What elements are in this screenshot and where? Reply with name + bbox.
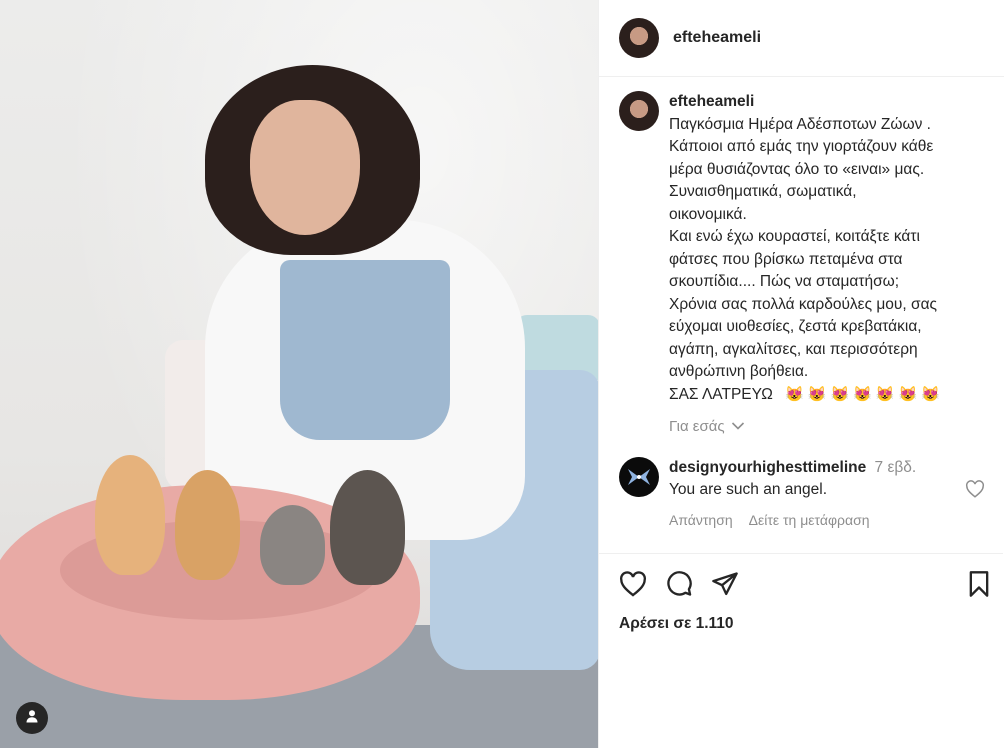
heart-cat-emoji-icon: 😻 — [853, 385, 872, 403]
comment-body: designyourhighesttimeline 7 εβδ. You are… — [669, 457, 916, 531]
author-avatar[interactable] — [619, 18, 659, 58]
post-footer: Αρέσει σε 1.110 — [599, 553, 1003, 749]
caption: efteheameli Παγκόσμια Ημέρα Αδέσποτων Ζώ… — [599, 77, 1003, 406]
caption-line: εύχομαι υιοθεσίες, ζεστά κρεβατάκια, — [669, 318, 922, 335]
action-bar — [599, 554, 1003, 603]
caption-line-final: ΣΑΣ ΛΑΤΡΕΥΩ 😻 😻 😻 😻 😻 😻 😻 — [669, 384, 987, 407]
heart-cat-emoji-icon: 😻 — [875, 385, 895, 403]
heart-cat-emoji-icon: 😻 — [807, 385, 827, 403]
reply-button[interactable]: Απάντηση — [669, 509, 733, 531]
caption-line: Κάποιοι από εμάς την γιορτάζουν κάθε — [669, 138, 934, 155]
comments-section[interactable]: efteheameli Παγκόσμια Ημέρα Αδέσποτων Ζώ… — [599, 77, 1003, 553]
comment-username[interactable]: designyourhighesttimeline — [669, 459, 866, 476]
tagged-users-button[interactable] — [16, 702, 48, 734]
chevron-down-icon — [731, 418, 745, 435]
photo-kitten — [260, 505, 325, 585]
commenter-avatar[interactable] — [619, 457, 659, 497]
post-container: efteheameli efteheameli Παγκόσμια Ημέρα … — [0, 0, 1004, 748]
caption-line: Και ενώ έχω κουραστεί, κοιτάξτε κάτι — [669, 228, 920, 245]
heart-icon[interactable] — [619, 571, 647, 602]
post-sidebar: efteheameli efteheameli Παγκόσμια Ημέρα … — [598, 0, 1004, 748]
see-translation-toggle[interactable]: Για εσάς — [669, 418, 1003, 435]
heart-cat-emoji-icon: 😻 — [830, 385, 850, 403]
caption-username[interactable]: efteheameli — [669, 91, 987, 114]
comment-actions: Απάντηση Δείτε τη μετάφραση — [669, 509, 916, 531]
winged-logo-icon — [628, 469, 650, 485]
comment-item: designyourhighesttimeline 7 εβδ. You are… — [599, 435, 1003, 531]
photo-kitten — [95, 455, 165, 575]
caption-avatar[interactable] — [619, 91, 659, 131]
post-photo[interactable] — [0, 0, 598, 748]
person-icon — [25, 709, 39, 728]
send-icon[interactable] — [711, 571, 739, 602]
heart-cat-emoji-icon: 😻 — [898, 385, 918, 403]
caption-line: Χρόνια σας πολλά καρδούλες μου, σας — [669, 295, 938, 313]
author-username[interactable]: efteheameli — [673, 29, 761, 47]
bookmark-icon[interactable] — [967, 570, 991, 603]
photo-woman-face — [250, 100, 360, 235]
caption-line: μέρα θυσιάζοντας όλο το «ειναι» μας. — [669, 160, 925, 178]
photo-kitten — [330, 470, 405, 585]
likes-count[interactable]: Αρέσει σε 1.110 — [599, 603, 1003, 633]
caption-line: Παγκόσμια Ημέρα Αδέσποτων Ζώων . — [669, 115, 931, 133]
photo-woman-apron — [280, 260, 450, 440]
caption-line: οικονομικά. — [669, 205, 747, 223]
caption-line: αγάπη, αγκαλίτσες, και περισσότερη — [669, 340, 918, 358]
comment-time[interactable]: 7 εβδ. — [875, 459, 917, 476]
caption-line: σκουπίδια.... Πώς να σταματήσω; — [669, 273, 900, 290]
caption-line: ανθρώπινη βοήθεια. — [669, 363, 809, 380]
comment-text: You are such an angel. — [669, 481, 827, 498]
see-translation-button[interactable]: Δείτε τη μετάφραση — [749, 509, 870, 531]
comment-icon[interactable] — [665, 570, 693, 603]
see-translation-label: Για εσάς — [669, 418, 725, 435]
caption-body: efteheameli Παγκόσμια Ημέρα Αδέσποτων Ζώ… — [669, 91, 987, 406]
comment-like-heart-icon[interactable] — [965, 480, 985, 503]
heart-cat-emoji-icon: 😻 — [785, 385, 804, 403]
post-header: efteheameli — [599, 0, 1004, 77]
heart-cat-emoji-icon: 😻 — [921, 385, 940, 403]
caption-shout: ΣΑΣ ΛΑΤΡΕΥΩ — [669, 385, 773, 403]
emoji-row: 😻 😻 😻 😻 😻 😻 😻 — [785, 384, 940, 407]
caption-line: Συναισθηματικά, σωματικά, — [669, 183, 857, 200]
photo-kitten — [175, 470, 240, 580]
caption-line: φάτσες που βρίσκω πεταμένα στα — [669, 250, 903, 268]
